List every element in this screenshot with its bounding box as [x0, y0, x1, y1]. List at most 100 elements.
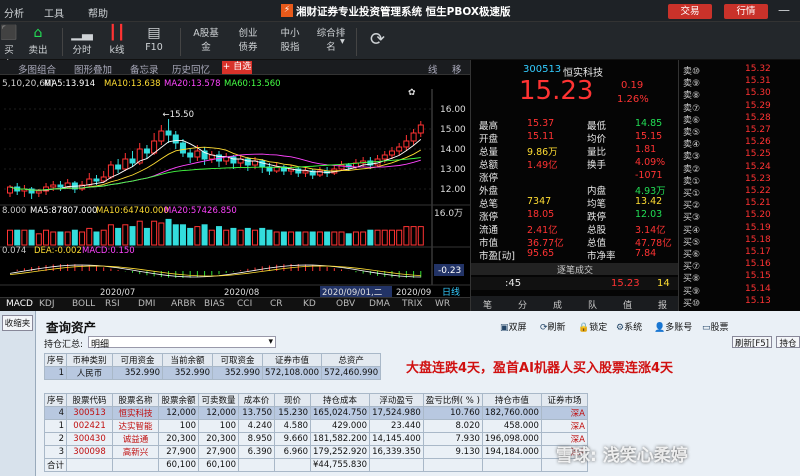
position-header[interactable]: 现价	[274, 393, 312, 407]
tab-overlay[interactable]: 图形叠加	[74, 62, 112, 76]
book-row[interactable]: 买③ 15.20	[679, 210, 800, 223]
indicator-tab-bias[interactable]: BIAS	[204, 299, 225, 309]
tab-multi-chart[interactable]: 多图组合	[18, 62, 56, 76]
position-header[interactable]: 股票余额	[158, 393, 200, 407]
book-row[interactable]: 买⑤ 15.18	[679, 235, 800, 248]
quote-row: 涨停 -1071	[471, 170, 679, 184]
position-header[interactable]: 成本价	[238, 393, 276, 407]
timeshare-button[interactable]: ▁▃ 分时	[70, 24, 94, 56]
position-row[interactable]: 4 300513 恒实科技 12,000 12,000 13.750 15.230 165,0…	[43, 406, 588, 420]
indicator-tab-trix[interactable]: TRIX	[402, 299, 423, 309]
book-row[interactable]: 卖⑦ 15.29	[679, 101, 800, 114]
kline-chart[interactable]: 5,10,20,60)MA5:13.914 MA10:13.638 MA20:13.…	[0, 75, 470, 297]
gem-bond-button[interactable]: 创业债券	[234, 27, 262, 55]
watchlist-button[interactable]: + 自选	[222, 61, 252, 74]
tab-history[interactable]: 历史回忆	[172, 62, 210, 76]
quote-tab[interactable]: 队	[588, 298, 597, 311]
asset-header[interactable]: 可取资金	[212, 353, 264, 367]
asset-header[interactable]: 币种类别	[66, 353, 114, 367]
indicator-tab-cr[interactable]: CR	[270, 299, 283, 309]
book-row[interactable]: 卖⑤ 15.27	[679, 125, 800, 138]
book-row[interactable]: 卖⑧ 15.30	[679, 88, 800, 101]
menu-analysis[interactable]: 分析	[4, 5, 24, 20]
chevron-down-icon[interactable]: ▾	[340, 36, 345, 47]
position-header[interactable]: 股票代码	[66, 393, 114, 407]
price-change-pct: 1.26%	[617, 94, 649, 105]
book-row[interactable]: 买⑦ 15.16	[679, 259, 800, 272]
book-row[interactable]: 买⑧ 15.15	[679, 271, 800, 284]
asset-header[interactable]: 证券市值	[262, 353, 323, 367]
action-multi-account[interactable]: 👤多账号	[654, 320, 692, 333]
refresh-f5-button[interactable]: 刷新[F5]	[732, 336, 772, 349]
asset-header[interactable]: 当前余额	[162, 353, 214, 367]
position-header[interactable]: 证券市场	[540, 393, 588, 407]
trade-button[interactable]: 交易	[668, 4, 712, 19]
position-button[interactable]: 持仓	[776, 336, 800, 348]
book-row[interactable]: 卖① 15.23	[679, 174, 800, 187]
tab-line[interactable]: 线	[428, 62, 438, 76]
book-row[interactable]: 买⑥ 15.17	[679, 247, 800, 260]
quote-button[interactable]: 行情	[724, 4, 768, 19]
action-stock[interactable]: ▭股票	[702, 320, 729, 333]
action-system[interactable]: ⚙系统	[616, 320, 642, 333]
asset-header[interactable]: 总资产	[321, 353, 382, 367]
indicator-tab-dmi[interactable]: DMI	[138, 299, 155, 309]
tab-memo[interactable]: 备忘录	[130, 62, 159, 76]
position-row[interactable]: 1 002421 达实智能 100 100 4.240 4.580 429.000 23.440…	[43, 419, 588, 433]
asset-row[interactable]: 1 人民币 352.990 352.990 352.990 572,108.000 572,…	[43, 366, 382, 380]
position-header[interactable]: 浮动盈亏	[369, 393, 424, 407]
asset-header[interactable]: 可用资金	[112, 353, 164, 367]
collapse-button[interactable]: 收缩夹	[2, 315, 33, 331]
book-row[interactable]: 买⑨ 15.14	[679, 284, 800, 297]
book-row[interactable]: 卖③ 15.25	[679, 149, 800, 162]
book-row[interactable]: 买① 15.22	[679, 186, 800, 199]
book-row[interactable]: 卖⑩ 15.32	[679, 64, 800, 77]
quote-tab[interactable]: 笔	[483, 298, 492, 311]
position-row[interactable]: 3 300098 高新兴 27,900 27,900 6.390 6.960 179,252.…	[43, 445, 588, 459]
indicator-tab-cci[interactable]: CCI	[237, 299, 252, 309]
asset-header[interactable]: 序号	[43, 353, 68, 367]
indicator-tab-kdj[interactable]: KDJ	[39, 299, 55, 309]
indicator-tab-obv[interactable]: OBV	[336, 299, 355, 309]
quote-tab[interactable]: 分	[518, 298, 527, 311]
position-header[interactable]: 盈亏比例( % )	[422, 393, 483, 407]
sell-button[interactable]: ⌂ 卖出	[26, 24, 50, 56]
action-dual-screen[interactable]: ▣双屏	[500, 320, 527, 333]
tab-move[interactable]: 移	[452, 62, 462, 76]
book-row[interactable]: 买④ 15.19	[679, 223, 800, 236]
a-share-fund-button[interactable]: A股基金	[192, 27, 220, 55]
book-row[interactable]: 卖② 15.24	[679, 162, 800, 175]
position-header[interactable]: 持仓市值	[481, 393, 542, 407]
indicator-tab-kd[interactable]: KD	[303, 299, 316, 309]
quote-cell: 开盘	[479, 134, 499, 145]
position-header[interactable]: 股票名称	[112, 393, 160, 407]
indicator-tab-wr[interactable]: WR	[435, 299, 450, 309]
book-row[interactable]: 卖⑨ 15.31	[679, 76, 800, 89]
f10-button[interactable]: ▤ F10	[142, 24, 166, 53]
refresh-icon[interactable]: ⟳	[370, 29, 385, 50]
position-header[interactable]: 持仓成本	[310, 393, 371, 407]
position-row[interactable]: 2 300430 诚益通 20,300 20,300 8.950 9.660 181,582.…	[43, 432, 588, 446]
indicator-tab-rsi[interactable]: RSI	[105, 299, 120, 309]
sme-index-button[interactable]: 中小股指	[276, 27, 304, 55]
menu-help[interactable]: 帮助	[88, 5, 108, 20]
summary-select[interactable]: 明细 ▾	[88, 336, 276, 350]
book-row[interactable]: 卖⑥ 15.28	[679, 113, 800, 126]
indicator-tab-boll[interactable]: BOLL	[72, 299, 95, 309]
book-row[interactable]: 买⑩ 15.13	[679, 296, 800, 309]
menu-tools[interactable]: 工具	[44, 5, 64, 20]
quote-tab[interactable]: 报	[658, 298, 667, 311]
action-refresh[interactable]: ⟳刷新	[540, 320, 566, 333]
indicator-tab-dma[interactable]: DMA	[369, 299, 390, 309]
book-row[interactable]: 卖④ 15.26	[679, 137, 800, 150]
position-header[interactable]: 可卖数量	[198, 393, 240, 407]
action-lock[interactable]: 🔒锁定	[578, 320, 607, 333]
kline-button[interactable]: ┃┃ k线	[104, 24, 130, 56]
book-row[interactable]: 买② 15.21	[679, 198, 800, 211]
indicator-tab-macd[interactable]: MACD	[6, 299, 33, 309]
minimize-icon[interactable]: —	[778, 3, 790, 17]
position-header[interactable]: 序号	[43, 393, 68, 407]
indicator-tab-arbr[interactable]: ARBR	[171, 299, 196, 309]
quote-tab[interactable]: 成	[553, 298, 562, 311]
quote-tab[interactable]: 值	[623, 298, 632, 311]
